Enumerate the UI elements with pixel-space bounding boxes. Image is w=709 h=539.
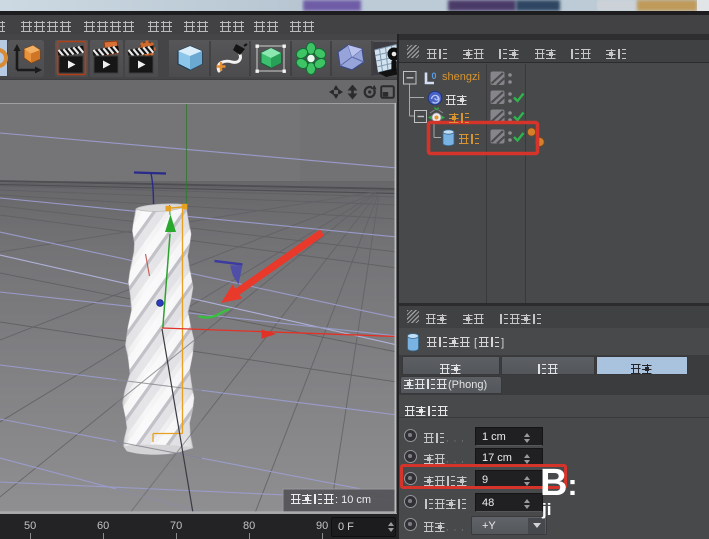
svg-text:0: 0 (432, 71, 437, 81)
